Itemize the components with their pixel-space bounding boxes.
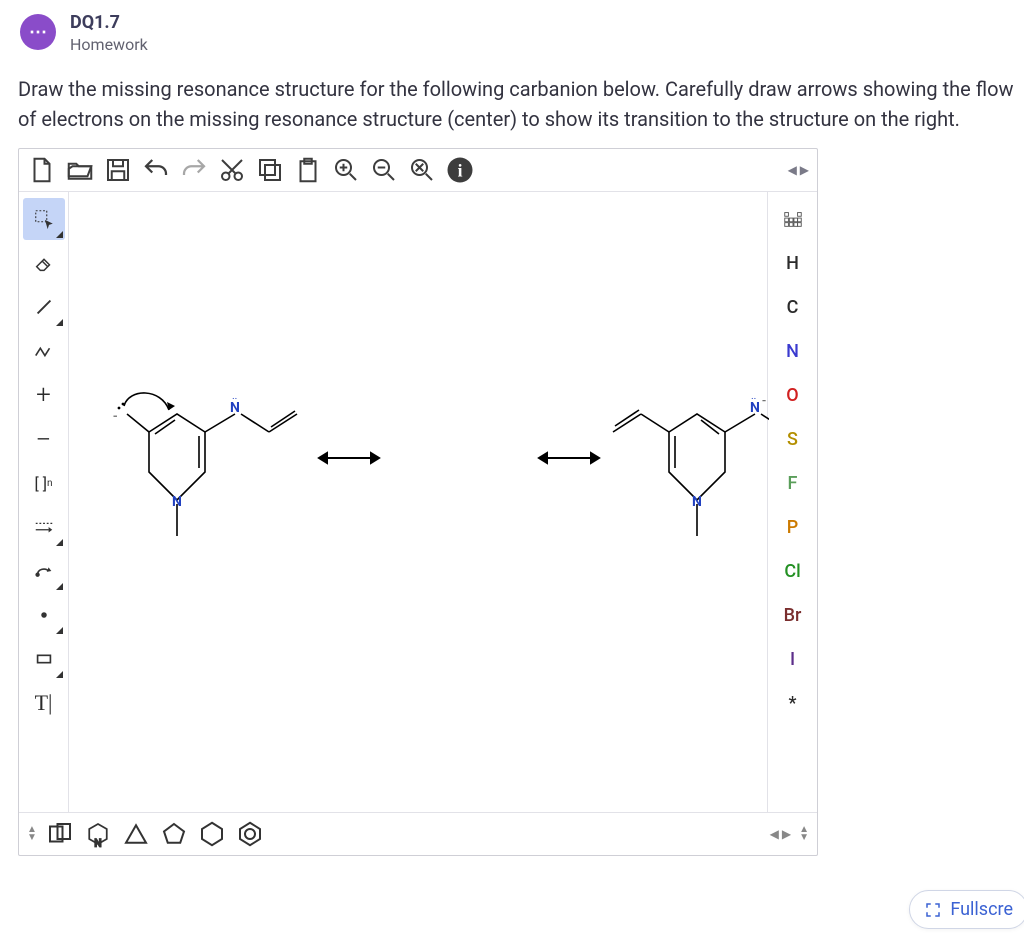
molecule-drawing: N N ·· ⁻ [69,192,769,812]
drawing-canvas[interactable]: N N ·· ⁻ [69,192,767,812]
element-any-button[interactable]: * [772,682,814,724]
pyridine-template-icon[interactable]: N [83,819,113,849]
svg-text:··: ·· [751,394,756,405]
paste-icon[interactable] [293,155,323,185]
element-S-button[interactable]: S [772,418,814,460]
element-Cl-button[interactable]: Cl [772,550,814,592]
toolbar-scroll-arrows[interactable]: ◀ ▶ [788,163,809,177]
chemistry-editor: i ◀ ▶ + [18,148,818,856]
eraser-tool[interactable] [23,242,65,284]
element-Br-button[interactable]: Br [772,594,814,636]
svg-text:⁻: ⁻ [113,411,117,425]
charge-plus-tool[interactable]: + [23,374,65,416]
electron-pusher-tool[interactable] [23,550,65,592]
cyclohexane-template-icon[interactable] [197,819,227,849]
left-tool-palette: + − [ ]n T| [19,192,69,812]
element-F-button[interactable]: F [772,462,814,504]
chat-bubble-icon[interactable]: ⋯ [20,14,56,50]
element-P-button[interactable]: P [772,506,814,548]
text-tool[interactable]: T| [23,682,65,724]
cyclopropane-template-icon[interactable] [121,819,151,849]
copy-icon[interactable] [255,155,285,185]
element-C-button[interactable]: C [772,286,814,328]
undo-icon[interactable] [141,155,171,185]
top-toolbar: i ◀ ▶ [19,149,817,192]
svg-text:⁻: ⁻ [762,396,766,409]
templates-library-icon[interactable] [45,819,75,849]
bottom-toolbar: ▲▼ N ◀ ▶ ▲▼ [19,812,817,855]
zoom-out-icon[interactable] [369,155,399,185]
save-icon[interactable] [103,155,133,185]
element-N-button[interactable]: N [772,330,814,372]
assignment-title: DQ1.7 [70,12,148,33]
svg-text:N: N [692,494,702,510]
fullscreen-icon [924,901,942,919]
fullscreen-label: Fullscre [950,899,1013,920]
chain-bond-tool[interactable] [23,330,65,372]
single-bond-tool[interactable] [23,286,65,328]
template-scroll-arrows[interactable]: ◀ ▶ [770,827,791,841]
right-element-palette: H C N O S F P Cl Br I * [767,192,817,812]
editor-body: + − [ ]n T| [19,192,817,812]
zoom-reset-icon[interactable] [407,155,437,185]
shape-rectangle-tool[interactable] [23,638,65,680]
element-I-button[interactable]: I [772,638,814,680]
template-scroll-right[interactable]: ▲▼ [799,826,809,842]
fullscreen-button[interactable]: Fullscre [909,890,1024,929]
assignment-subtitle: Homework [70,35,148,54]
svg-text:N: N [172,494,182,510]
benzene-template-icon[interactable] [235,819,265,849]
periodic-table-icon[interactable] [772,198,814,240]
svg-text:N: N [94,839,101,850]
svg-text:i: i [458,160,463,180]
svg-text:··: ·· [232,394,237,405]
ellipsis-icon: ⋯ [29,22,47,43]
question-prompt: Draw the missing resonance structure for… [4,54,1020,148]
marquee-select-tool[interactable] [23,198,65,240]
charge-minus-tool[interactable]: − [23,418,65,460]
template-scroll-left[interactable]: ▲▼ [27,826,37,842]
reaction-arrow-tool[interactable] [23,506,65,548]
new-document-icon[interactable] [27,155,57,185]
cut-icon[interactable] [217,155,247,185]
info-icon[interactable]: i [445,155,475,185]
bracket-tool[interactable]: [ ]n [23,462,65,504]
radical-tool[interactable] [23,594,65,636]
open-folder-icon[interactable] [65,155,95,185]
redo-icon[interactable] [179,155,209,185]
zoom-in-icon[interactable] [331,155,361,185]
element-O-button[interactable]: O [772,374,814,416]
assignment-header: ⋯ DQ1.7 Homework [4,12,1020,54]
element-H-button[interactable]: H [772,242,814,284]
cyclopentane-template-icon[interactable] [159,819,189,849]
